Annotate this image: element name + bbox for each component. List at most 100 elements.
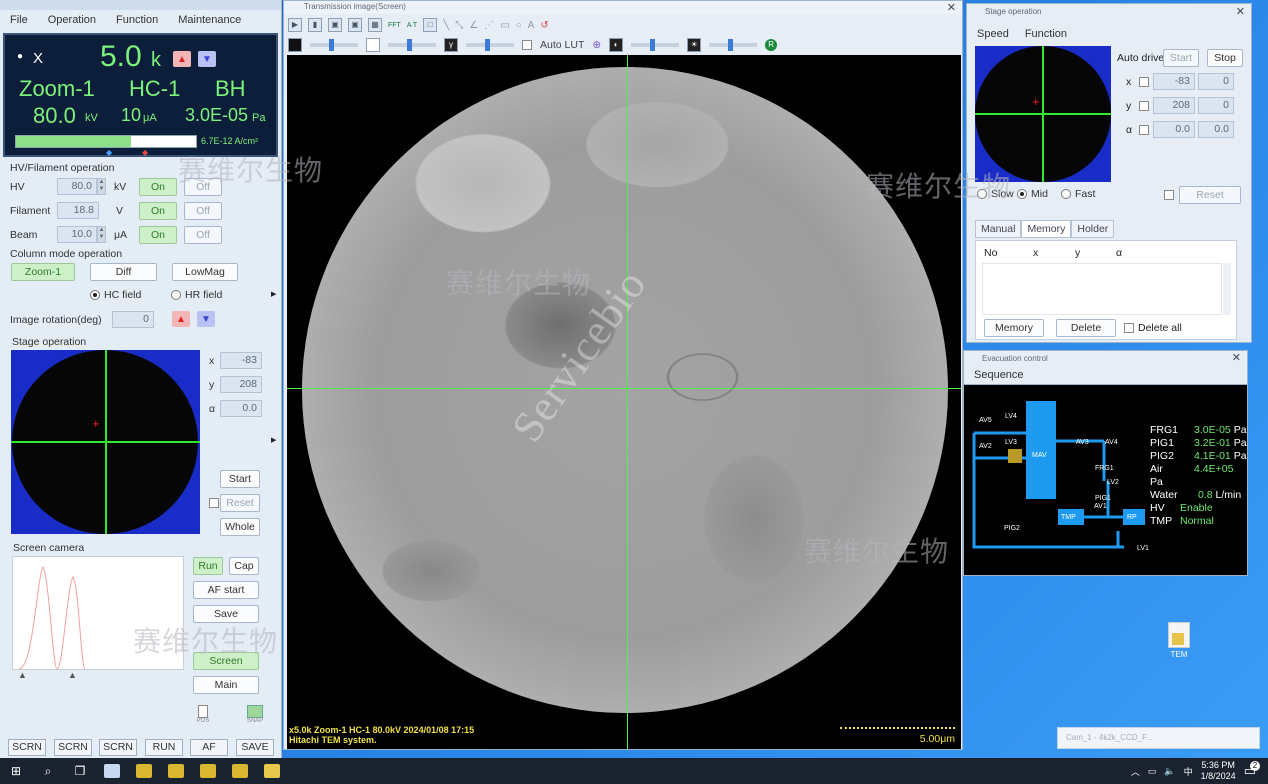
menu-function[interactable]: Function — [116, 14, 158, 26]
rstage-alpha-target[interactable]: 0.0 — [1198, 121, 1234, 138]
bottom-scrn-button-1[interactable]: SCRN — [8, 739, 46, 756]
filament-on-button[interactable]: On — [139, 202, 177, 220]
camera-cap-button[interactable]: Cap — [229, 557, 259, 575]
bottom-af-button[interactable]: AF — [190, 739, 228, 756]
hist-min-marker-icon[interactable]: ▲ — [18, 670, 27, 680]
rstage-reset-checkbox[interactable] — [1164, 190, 1174, 200]
stage-whole-button[interactable]: Whole — [220, 518, 260, 536]
desktop-tem-icon[interactable]: TEM — [1162, 622, 1196, 659]
snap-icon[interactable]: SNAP — [243, 705, 267, 724]
task-view-icon[interactable]: ❐ — [64, 758, 96, 784]
tab-manual[interactable]: Manual — [975, 220, 1022, 238]
rstage-reset-button[interactable]: Reset — [1179, 186, 1241, 204]
menu-file[interactable]: File — [10, 14, 28, 26]
mag-down-arrow-icon[interactable]: ▼ — [198, 51, 216, 67]
bottom-save-button[interactable]: SAVE — [236, 739, 274, 756]
auto-drive-stop-button[interactable]: Stop — [1207, 49, 1243, 67]
camera-run-button[interactable]: Run — [193, 557, 223, 575]
black-level-slider[interactable] — [310, 39, 358, 51]
brightness-icon[interactable]: ☀ — [687, 38, 702, 52]
beam-spinner[interactable]: ▲ ▼ — [97, 226, 106, 243]
auto-drive-start-button[interactable]: Start — [1163, 49, 1199, 67]
file-explorer-icon[interactable] — [256, 758, 288, 784]
stage-reset-button[interactable]: Reset — [220, 494, 260, 512]
start-windows-icon[interactable]: ⊞ — [0, 758, 32, 784]
clock[interactable]: 5:36 PM 1/8/2024 — [1201, 760, 1236, 782]
rect-tool-icon[interactable]: ▭ — [500, 20, 509, 31]
stage-menu-function[interactable]: Function — [1025, 28, 1067, 40]
memory-list-body[interactable] — [982, 263, 1222, 315]
bottom-run-button[interactable]: RUN — [145, 739, 183, 756]
app-2-icon[interactable] — [128, 758, 160, 784]
stage-map[interactable]: + — [11, 350, 200, 534]
contrast-icon[interactable]: ◐ — [609, 38, 624, 52]
stage-expand-arrow-icon[interactable]: ▶ — [271, 436, 276, 444]
network-icon[interactable]: ▭ — [1148, 766, 1157, 777]
record-icon[interactable]: R — [765, 39, 778, 51]
search-icon[interactable]: ⌕ — [32, 758, 64, 784]
rotation-up-arrow-icon[interactable]: ▲ — [172, 311, 190, 327]
line-tool-icon[interactable]: ╲ — [443, 20, 449, 31]
menu-maintenance[interactable]: Maintenance — [178, 14, 241, 26]
measure-tool-icon[interactable]: ⤡ — [455, 20, 463, 31]
filament-field[interactable]: 18.8 — [57, 202, 99, 219]
app-1-icon[interactable] — [96, 758, 128, 784]
grid-icon[interactable]: ▦ — [368, 18, 382, 32]
stage-reset-checkbox[interactable] — [209, 498, 219, 508]
delete-all-checkbox[interactable] — [1124, 323, 1134, 333]
zoom-mode-button[interactable]: Zoom-1 — [11, 263, 75, 281]
pos-icon[interactable]: POS — [192, 705, 214, 724]
auto-tune-icon[interactable]: A T — [407, 22, 417, 29]
rstage-x-checkbox[interactable] — [1139, 77, 1149, 87]
sequence-menu[interactable]: Sequence — [964, 366, 1247, 385]
hv-on-button[interactable]: On — [139, 178, 177, 196]
hv-field[interactable]: 80.0 — [57, 178, 97, 195]
polyline-tool-icon[interactable]: ⋰ — [484, 20, 494, 31]
speed-mid-radio[interactable]: Mid — [1017, 188, 1048, 200]
speed-fast-radio[interactable]: Fast — [1061, 188, 1095, 200]
filament-off-button[interactable]: Off — [184, 202, 222, 220]
rstage-y-checkbox[interactable] — [1139, 101, 1149, 111]
image-window-close-icon[interactable]: ✕ — [947, 1, 956, 14]
hist-max-marker-icon[interactable]: ▲ — [68, 670, 77, 680]
gamma-slider[interactable] — [466, 39, 514, 51]
stage-menu-speed[interactable]: Speed — [977, 28, 1009, 40]
language-icon[interactable]: 中 — [1184, 765, 1193, 778]
diff-mode-button[interactable]: Diff — [90, 263, 157, 281]
volume-icon[interactable]: 🔈 — [1164, 766, 1175, 777]
app-5-icon[interactable] — [224, 758, 256, 784]
fft-icon[interactable]: FFT — [388, 22, 401, 29]
memory-list-scrollbar[interactable] — [1223, 263, 1231, 315]
app-4-icon[interactable] — [192, 758, 224, 784]
menu-operation[interactable]: Operation — [48, 14, 96, 26]
hr-field-radio[interactable]: HR field — [171, 289, 222, 301]
play-icon[interactable]: ▶ — [288, 18, 302, 32]
bottom-scrn-button-3[interactable]: SCRN — [99, 739, 137, 756]
text-tool-icon[interactable]: A — [528, 20, 535, 31]
white-level-slider[interactable] — [388, 39, 436, 51]
undo-icon[interactable]: ↺ — [540, 20, 548, 31]
brightness-slider[interactable] — [709, 39, 758, 51]
pause-icon[interactable]: ▮ — [308, 18, 322, 32]
tab-holder[interactable]: Holder — [1071, 220, 1115, 238]
notification-center-icon[interactable]: ▭ 2 — [1244, 761, 1260, 779]
black-level-icon[interactable] — [288, 38, 302, 52]
memory-button[interactable]: Memory — [984, 319, 1044, 337]
tem-image-viewer[interactable]: x5.0k Zoom-1 HC-1 80.0kV 2024/01/08 17:1… — [287, 55, 961, 749]
contrast-slider[interactable] — [631, 39, 680, 51]
hc-field-radio[interactable]: HC field — [90, 289, 141, 301]
af-start-button[interactable]: AF start — [193, 581, 259, 599]
beam-off-button[interactable]: Off — [184, 226, 222, 244]
white-level-icon[interactable] — [366, 38, 380, 52]
save-as-icon[interactable]: ▣ — [348, 18, 362, 32]
rstage-x-target[interactable]: 0 — [1198, 73, 1234, 90]
circle-tool-icon[interactable]: ○ — [516, 20, 522, 31]
lowmag-mode-button[interactable]: LowMag — [172, 263, 238, 281]
delete-button[interactable]: Delete — [1056, 319, 1116, 337]
rstage-alpha-checkbox[interactable] — [1139, 125, 1149, 135]
gamma-icon[interactable]: γ — [444, 38, 458, 52]
tab-memory[interactable]: Memory — [1021, 220, 1072, 238]
beam-field[interactable]: 10.0 — [57, 226, 97, 243]
evacuation-window-close-icon[interactable]: ✕ — [1232, 351, 1241, 364]
expand-arrow-icon[interactable]: ▶ — [271, 290, 276, 298]
